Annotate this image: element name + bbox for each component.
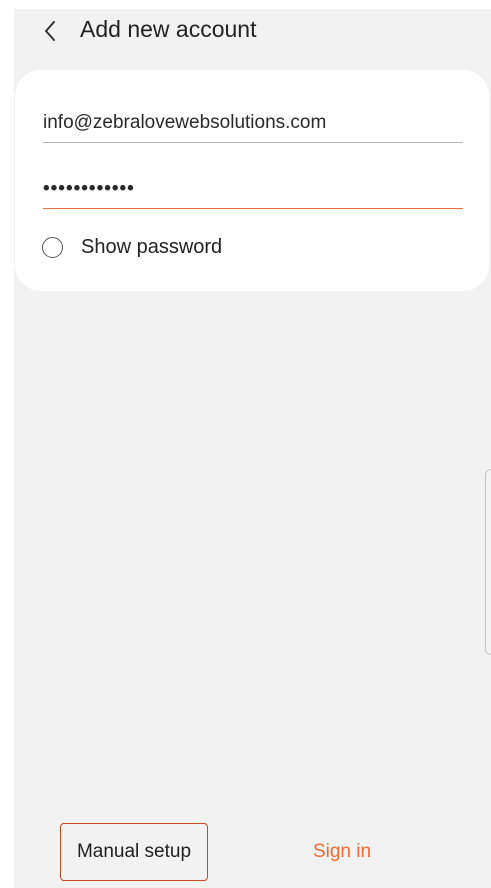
header: Add new account	[14, 9, 491, 53]
show-password-radio[interactable]	[42, 236, 63, 258]
manual-setup-button[interactable]: Manual setup	[60, 823, 208, 881]
screen: Add new account Show password Manual set…	[0, 0, 491, 888]
show-password-toggle[interactable]: Show password	[42, 232, 222, 262]
sign-in-button[interactable]: Sign in	[286, 823, 398, 881]
password-field-container	[43, 174, 463, 209]
email-field-container	[43, 108, 463, 143]
scrollbar-handle[interactable]	[485, 469, 491, 655]
account-form-card: Show password	[15, 70, 489, 291]
page-title: Add new account	[80, 16, 257, 42]
password-field[interactable]	[43, 174, 463, 204]
email-field[interactable]	[43, 108, 463, 138]
app-panel: Add new account Show password	[14, 9, 491, 888]
back-button[interactable]	[36, 13, 64, 49]
chevron-left-icon	[45, 21, 55, 41]
show-password-label: Show password	[81, 235, 223, 258]
